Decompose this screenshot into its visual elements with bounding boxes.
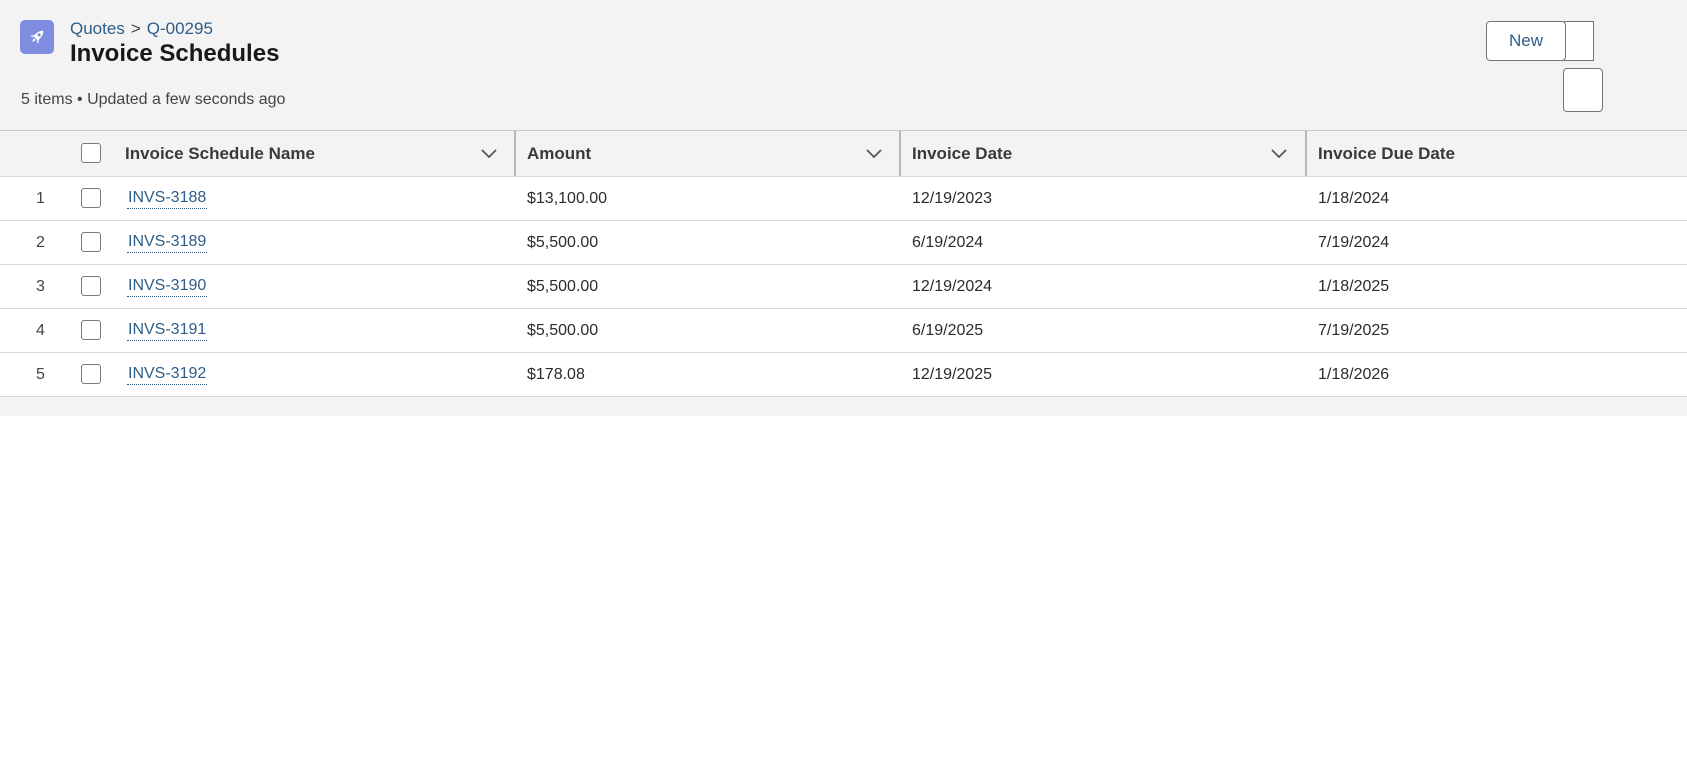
column-header-label: Invoice Due Date [1318,143,1455,163]
invoice-due-date-cell: 7/19/2025 [1318,321,1390,339]
invoice-date-cell: 6/19/2024 [912,233,984,251]
breadcrumb-quotes-link[interactable]: Quotes [70,19,125,38]
page: Quotes > Q-00295 Invoice Schedules 5 items… [0,0,1687,776]
select-all-checkbox[interactable] [81,143,101,163]
amount-cell: $5,500.00 [527,321,599,339]
chevron-down-icon[interactable] [480,145,498,163]
table-footer-band [0,396,1687,416]
amount-cell: $178.08 [527,365,585,383]
invoice-due-date-cell: 1/18/2026 [1318,365,1390,383]
list-header: Quotes > Q-00295 Invoice Schedules 5 items… [0,0,1687,130]
table-row: 3 INVS-3190 $5,500.00 12/19/2024 1/18/20… [0,265,1687,309]
column-header-label: Amount [527,143,592,163]
table-row: 1 INVS-3188 $13,100.00 12/19/2023 1/18/2… [0,177,1687,221]
invoice-schedule-link[interactable]: INVS-3192 [127,365,208,385]
invoice-due-date-cell: 1/18/2025 [1318,277,1390,295]
row-checkbox[interactable] [81,364,101,384]
row-checkbox[interactable] [81,320,101,340]
invoice-date-cell: 12/19/2024 [912,277,993,295]
chevron-down-icon[interactable] [1270,145,1288,163]
invoice-due-date-cell: 7/19/2024 [1318,233,1390,251]
table-row: 4 INVS-3191 $5,500.00 6/19/2025 7/19/202… [0,309,1687,353]
column-divider[interactable] [899,131,901,176]
column-divider[interactable] [514,131,516,176]
amount-cell: $5,500.00 [527,233,599,251]
invoice-date-cell: 12/19/2023 [912,189,993,207]
invoice-date-cell: 12/19/2025 [912,365,993,383]
invoice-date-cell: 6/19/2025 [912,321,984,339]
table-header-row: Invoice Schedule Name Amount Invoice Dat… [0,131,1687,177]
column-header-amount[interactable]: Amount [527,131,900,176]
action-menu-edge[interactable] [1564,21,1594,61]
list-settings-button[interactable] [1563,68,1603,112]
column-divider[interactable] [1305,131,1307,176]
row-number: 4 [36,321,45,339]
chevron-down-icon[interactable] [865,145,883,163]
invoice-schedule-link[interactable]: INVS-3191 [127,321,208,341]
row-checkbox[interactable] [81,232,101,252]
column-header-label: Invoice Schedule Name [125,143,315,163]
breadcrumb: Quotes > Q-00295 [70,19,213,39]
breadcrumb-record-link[interactable]: Q-00295 [147,19,213,38]
invoice-schedule-link[interactable]: INVS-3188 [127,189,208,209]
invoice-schedules-table: Invoice Schedule Name Amount Invoice Dat… [0,130,1687,397]
rocket-glyph [30,30,44,44]
amount-cell: $13,100.00 [527,189,608,207]
row-checkbox[interactable] [81,188,101,208]
row-checkbox[interactable] [81,276,101,296]
table-row: 2 INVS-3189 $5,500.00 6/19/2024 7/19/202… [0,221,1687,265]
invoice-schedule-link[interactable]: INVS-3190 [127,277,208,297]
column-header-invoice-date[interactable]: Invoice Date [912,131,1306,176]
table-row: 5 INVS-3192 $178.08 12/19/2025 1/18/2026 [0,353,1687,397]
row-number: 5 [36,365,45,383]
invoice-schedule-link[interactable]: INVS-3189 [127,233,208,253]
amount-cell: $5,500.00 [527,277,599,295]
page-title: Invoice Schedules [70,40,280,67]
column-header-invoice-due-date[interactable]: Invoice Due Date [1318,131,1687,176]
rocket-icon [20,20,54,54]
column-header-name[interactable]: Invoice Schedule Name [125,131,515,176]
breadcrumb-separator: > [130,19,141,38]
row-number: 3 [36,277,45,295]
row-number: 1 [36,189,45,207]
new-button[interactable]: New [1486,21,1566,61]
invoice-due-date-cell: 1/18/2024 [1318,189,1390,207]
list-meta-status: 5 items • Updated a few seconds ago [21,91,286,108]
row-number: 2 [36,233,45,251]
column-header-label: Invoice Date [912,143,1013,163]
